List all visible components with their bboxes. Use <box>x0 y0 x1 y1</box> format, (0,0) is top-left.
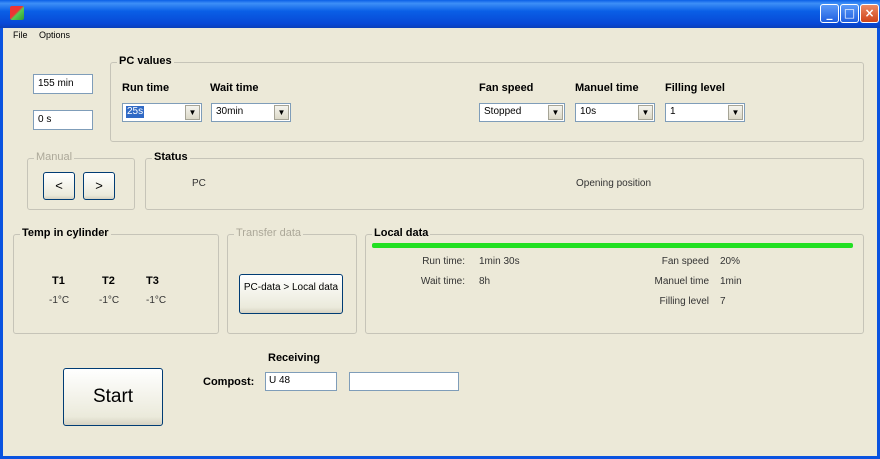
menu-options[interactable]: Options <box>39 30 70 40</box>
seconds-field[interactable]: 0 s <box>33 110 93 130</box>
manual-title: Manual <box>34 151 75 163</box>
chevron-down-icon[interactable]: ▼ <box>548 105 563 120</box>
chevron-down-icon[interactable]: ▼ <box>638 105 653 120</box>
title-bar[interactable]: _ □ × <box>0 0 880 28</box>
minimize-button[interactable]: _ <box>820 4 839 23</box>
menu-bar: File Options <box>3 28 877 44</box>
local-filling-level-value: 7 <box>720 296 726 307</box>
compost-label: Compost: <box>203 376 255 388</box>
t3-label: T3 <box>146 275 159 287</box>
total-minutes-field[interactable]: 155 min <box>33 74 93 94</box>
filling-level-value: 1 <box>670 106 676 117</box>
chevron-down-icon[interactable]: ▼ <box>274 105 289 120</box>
local-fan-speed-label: Fan speed <box>661 256 709 267</box>
menu-file[interactable]: File <box>13 30 28 40</box>
chevron-down-icon[interactable]: ▼ <box>185 105 200 120</box>
pc-values-group: PC values <box>110 55 864 142</box>
status-position: Opening position <box>576 178 652 189</box>
fan-speed-select[interactable]: Stopped ▼ <box>479 103 565 122</box>
status-mode: PC <box>192 178 206 189</box>
t1-value: -1°C <box>49 295 70 306</box>
temp-title: Temp in cylinder <box>20 227 111 239</box>
run-time-select[interactable]: 25s ▼ <box>122 103 202 122</box>
local-wait-time-value: 8h <box>479 276 491 287</box>
t2-value: -1°C <box>99 295 120 306</box>
status-title: Status <box>152 151 190 163</box>
t3-value: -1°C <box>146 295 167 306</box>
manual-next-button[interactable]: > <box>83 172 115 200</box>
progress-bar <box>372 243 853 248</box>
local-data-title: Local data <box>372 227 431 239</box>
start-button[interactable]: Start <box>63 368 163 426</box>
filling-level-select[interactable]: 1 ▼ <box>665 103 745 122</box>
app-icon <box>10 6 24 20</box>
fan-speed-label: Fan speed <box>479 82 534 94</box>
app-window: _ □ × File Options 155 min 0 s PC values… <box>0 0 880 459</box>
transfer-title: Transfer data <box>234 227 304 239</box>
local-wait-time-label: Wait time: <box>420 276 465 287</box>
t2-label: T2 <box>102 275 115 287</box>
wait-time-select[interactable]: 30min ▼ <box>211 103 291 122</box>
local-filling-level-label: Filling level <box>659 296 709 307</box>
pc-values-title: PC values <box>117 55 174 67</box>
chevron-down-icon[interactable]: ▼ <box>728 105 743 120</box>
compost-field[interactable]: U 48 <box>265 372 337 391</box>
manuel-time-label: Manuel time <box>575 82 639 94</box>
manual-prev-button[interactable]: < <box>43 172 75 200</box>
receiving-extra-field[interactable] <box>349 372 459 391</box>
local-run-time-label: Run time: <box>422 256 465 267</box>
temp-group: Temp in cylinder <box>13 227 219 334</box>
wait-time-label: Wait time <box>210 82 259 94</box>
local-manuel-time-value: 1min <box>720 276 742 287</box>
fan-speed-value: Stopped <box>484 106 522 117</box>
t1-label: T1 <box>52 275 65 287</box>
local-fan-speed-value: 20% <box>720 256 741 267</box>
manuel-time-select[interactable]: 10s ▼ <box>575 103 655 122</box>
local-manuel-time-label: Manuel time <box>654 276 709 287</box>
receiving-title: Receiving <box>268 352 320 364</box>
local-run-time-value: 1min 30s <box>479 256 520 267</box>
manuel-time-value: 10s <box>580 106 597 117</box>
filling-level-label: Filling level <box>665 82 725 94</box>
transfer-button[interactable]: PC-data > Local data <box>239 274 343 314</box>
close-button[interactable]: × <box>860 4 879 23</box>
run-time-label: Run time <box>122 82 170 94</box>
maximize-button[interactable]: □ <box>840 4 859 23</box>
status-group: Status <box>145 151 864 210</box>
wait-time-value: 30min <box>216 106 244 117</box>
run-time-value: 25s <box>126 106 145 118</box>
